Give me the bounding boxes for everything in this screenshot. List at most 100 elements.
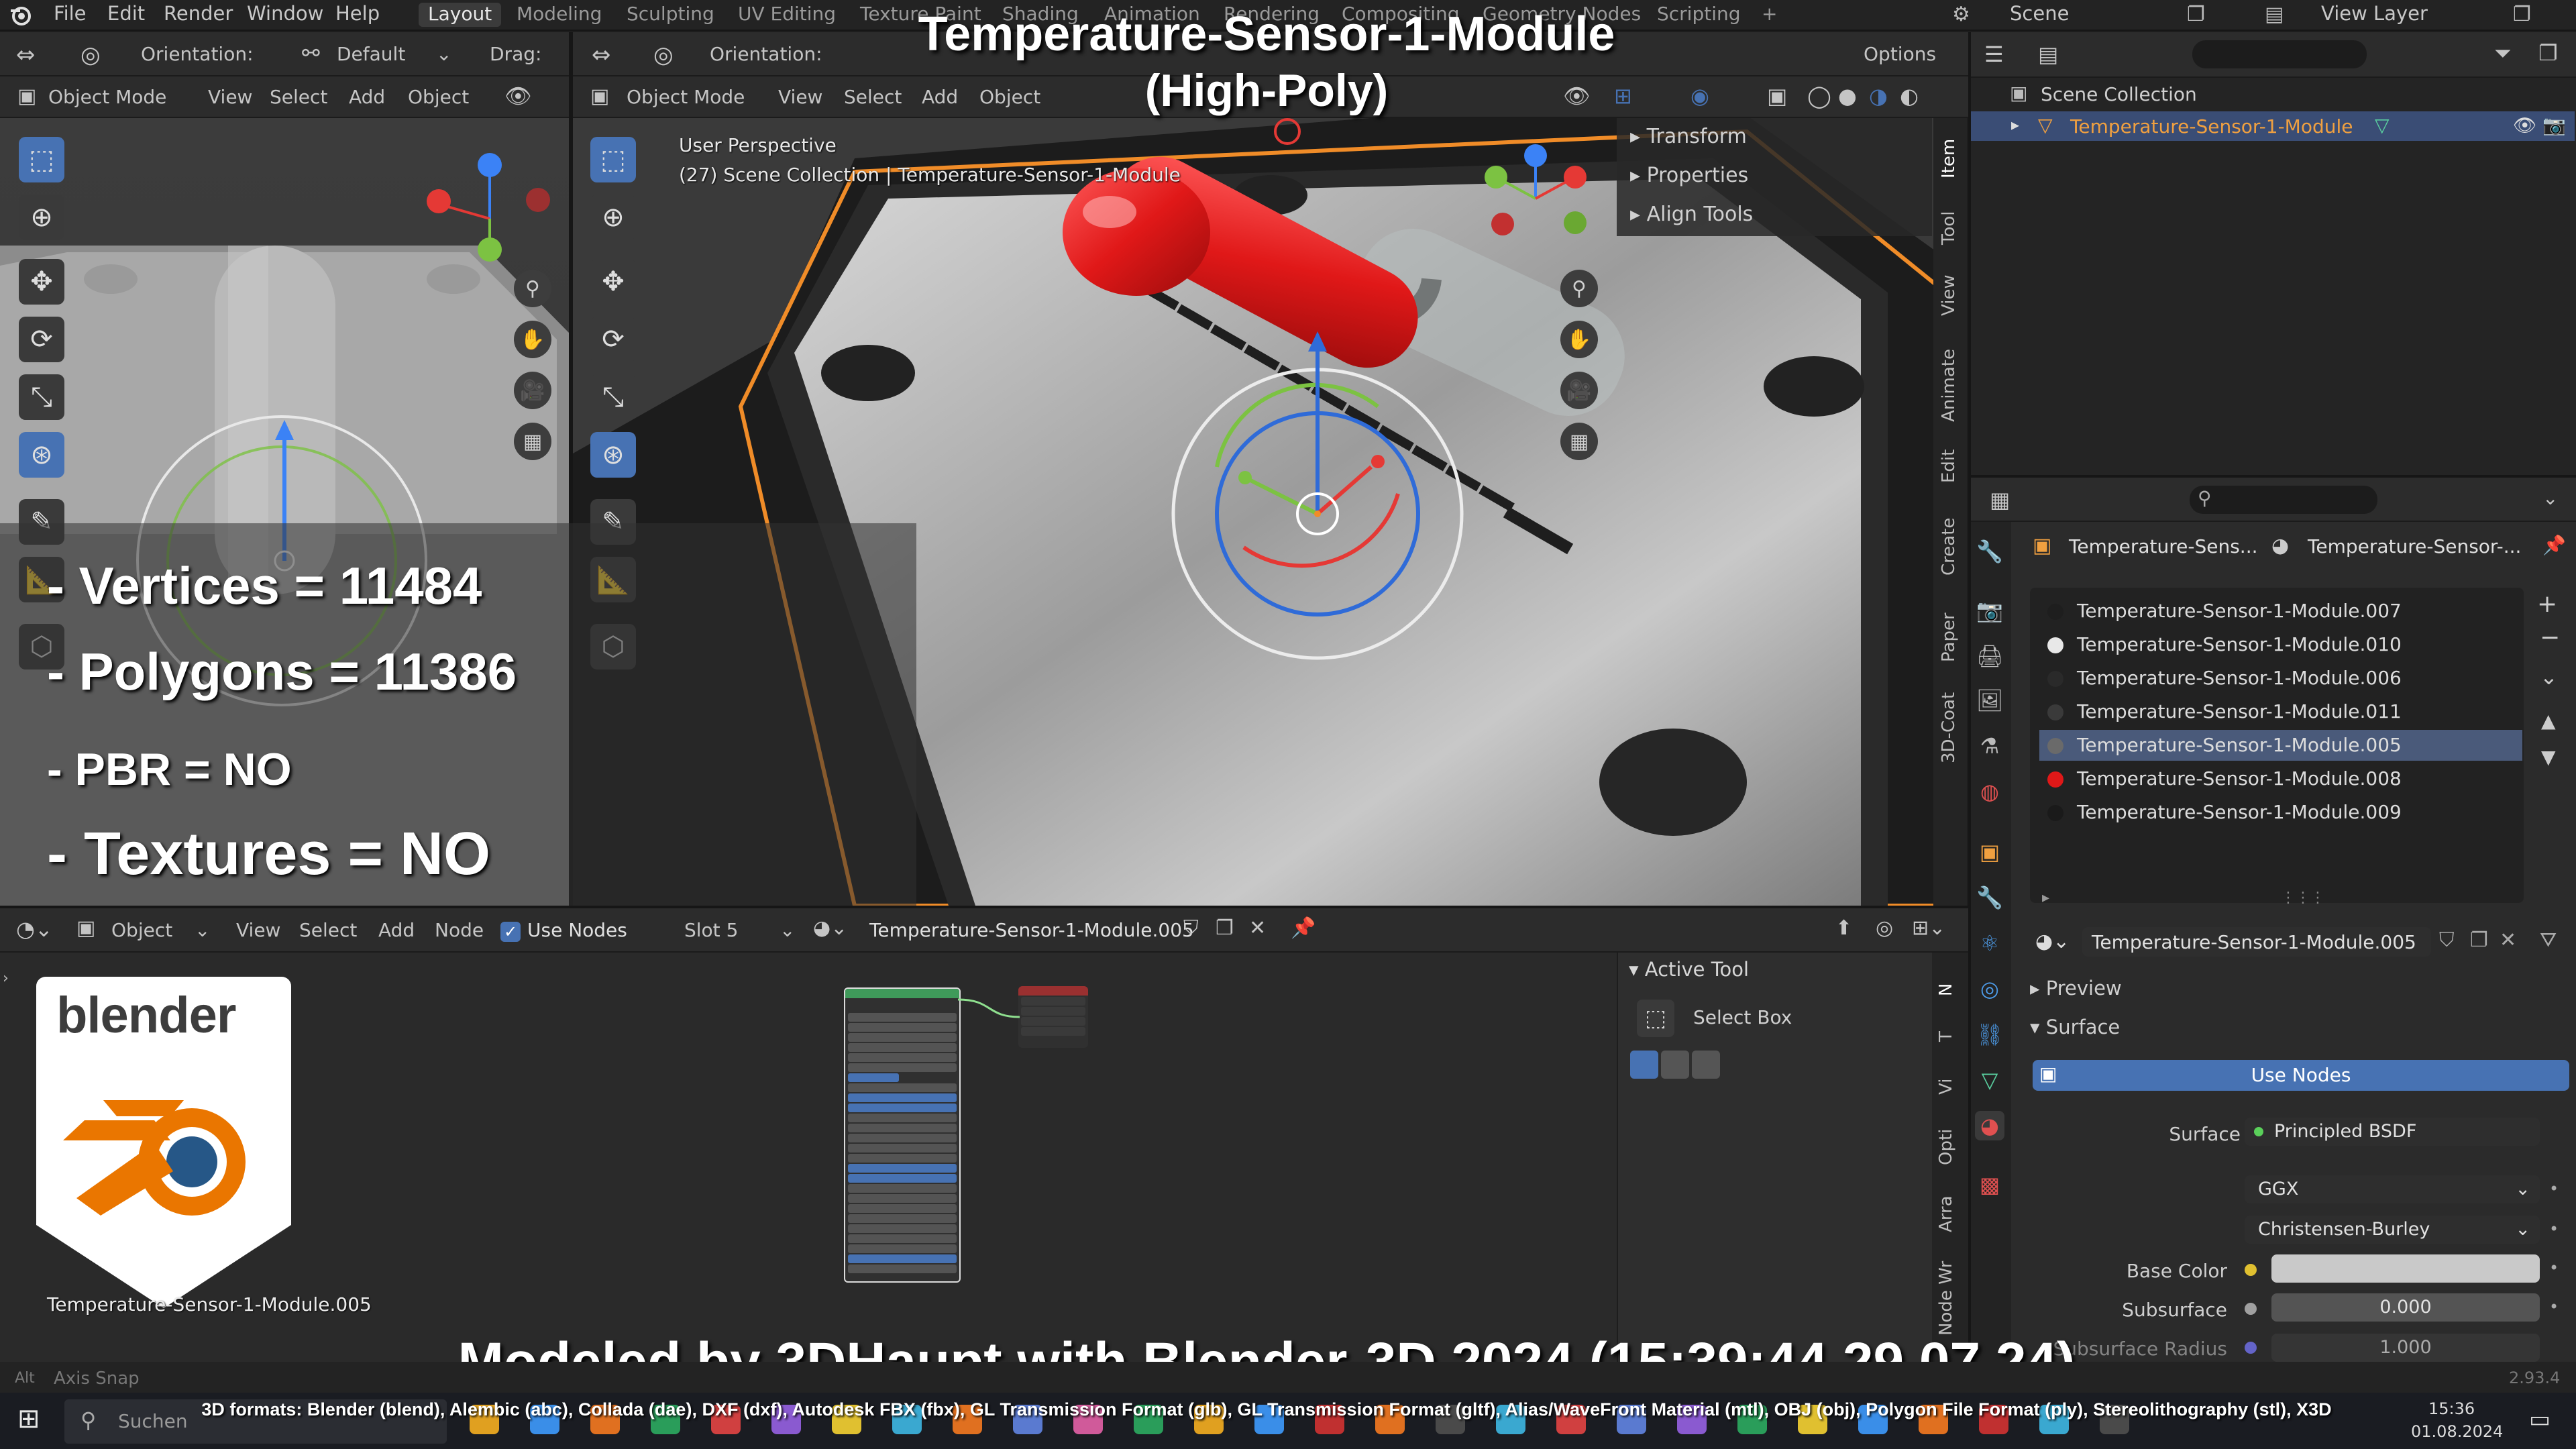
zoom-icon[interactable]: ⚲ [1560,270,1598,307]
slot-dropdown[interactable]: Slot 5 [684,919,738,941]
zoom-icon[interactable]: ⚲ [514,270,551,307]
menu-view[interactable]: View [236,919,280,941]
view-layer-properties-icon[interactable]: 🖼 [1975,686,2004,715]
tab-node-opti[interactable]: Opti [1936,1120,1960,1174]
select-box-tool-icon[interactable]: ⬚ [1637,1000,1674,1037]
rotate-tool-icon[interactable]: ⟳ [590,317,636,362]
base-color-swatch[interactable] [2271,1254,2540,1283]
select-box-tool-icon[interactable]: ⬚ [590,137,636,182]
select-mode-subtract-icon[interactable] [1692,1051,1720,1079]
tab-item[interactable]: Item [1939,131,1963,185]
camera-icon[interactable]: 🎥 [514,372,551,409]
rotate-tool-icon[interactable]: ⟳ [19,317,64,362]
snap-icon[interactable]: ◎ [1876,916,1893,940]
node-material-name[interactable]: Temperature-Sensor-1-Module.005 [869,919,1194,941]
object-shader-icon[interactable]: ▣ [76,916,95,940]
grid-icon[interactable]: ▦ [514,423,551,460]
tab-create[interactable]: Create [1939,510,1963,584]
duplicate-material-icon[interactable]: ❐ [2470,928,2488,952]
cursor-tool-icon[interactable]: ⊕ [19,195,64,240]
chevron-down-icon[interactable]: ⌄ [2542,487,2558,509]
keyframe-dot-icon[interactable]: • [2549,1258,2559,1277]
keyframe-dot-icon[interactable]: • [2549,1220,2559,1238]
move-tool-icon[interactable]: ✥ [590,259,636,305]
scale-tool-icon[interactable]: ⤡ [590,374,636,420]
pin-icon[interactable]: 📌 [1291,916,1316,940]
material-properties-icon[interactable]: ◕ [1975,1111,2004,1140]
keyframe-dot-icon[interactable]: • [2549,1179,2559,1198]
move-slot-up-icon[interactable]: ▲ [2541,710,2556,732]
camera-icon[interactable]: 🎥 [1560,372,1598,409]
slot-specials-icon[interactable]: ⌄ [2540,664,2558,690]
fake-user-icon[interactable]: ⛉ [1183,916,1199,940]
properties-search-input[interactable]: ⚲ [2190,486,2377,514]
output-properties-icon[interactable]: 🖨 [1975,641,2004,671]
active-tool-panel-header[interactable]: ▾ Active Tool [1629,958,1749,981]
new-collection-icon[interactable]: ❐ [2538,40,2558,66]
tab-node-wrangler[interactable]: Node Wr [1936,1254,1960,1342]
subsurface-field[interactable]: 0.000 [2271,1293,2540,1322]
material-slot-row[interactable]: Temperature-Sensor-1-Module.009 [2039,797,2522,828]
taskbar-clock-date[interactable]: 01.08.2024 [2411,1422,2503,1441]
select-mode-new-icon[interactable] [1630,1051,1658,1079]
distribution-dropdown[interactable]: GGX ⌄ [2245,1175,2540,1203]
select-mode-extend-icon[interactable] [1661,1051,1689,1079]
tab-paper[interactable]: Paper [1939,604,1963,671]
render-camera-icon[interactable]: 📷 [2542,114,2566,136]
eye-icon[interactable]: 👁 [2513,114,2537,136]
parent-node-tree-icon[interactable]: ⬆ [1835,916,1852,940]
surface-panel-header[interactable]: ▾ Surface [2030,1016,2120,1038]
fake-user-icon[interactable]: ⛉ [2439,928,2455,952]
scale-tool-icon[interactable]: ⤡ [19,374,64,420]
chevron-down-icon[interactable]: ⌄ [780,919,795,941]
unlink-material-icon[interactable]: ✕ [1249,916,1266,940]
keyframe-dot-icon[interactable]: • [2549,1297,2559,1316]
pan-hand-icon[interactable]: ✋ [1560,321,1598,358]
pin-icon[interactable]: 📌 [2542,534,2566,556]
material-name-field[interactable]: Temperature-Sensor-1-Module.005 [2082,927,2431,957]
texture-properties-icon[interactable]: ▩ [1975,1170,2004,1199]
material-slot-row[interactable]: Temperature-Sensor-1-Module.005 [2039,730,2522,761]
node-tree-icon[interactable]: ⛛ [2540,928,2557,952]
modifier-properties-icon[interactable]: 🔧 [1975,883,2004,912]
use-nodes-checkbox[interactable]: ✓ [500,922,521,942]
unlink-material-icon[interactable]: ✕ [2500,928,2516,952]
move-slot-down-icon[interactable]: ▼ [2541,746,2556,768]
pan-hand-icon[interactable]: ✋ [514,321,551,358]
transform-panel[interactable]: ▸ Transform [1630,125,1747,148]
subsurface-method-dropdown[interactable]: Christensen-Burley ⌄ [2245,1216,2540,1244]
disclosure-triangle-icon[interactable]: ▸ [2011,115,2019,134]
tab-animate[interactable]: Animate [1939,342,1963,429]
tool-properties-icon[interactable]: 🔧 [1975,537,2004,566]
breadcrumb-material[interactable]: Temperature-Sensor-... [2308,535,2521,557]
tab-3d-coat[interactable]: 3D-Coat [1939,684,1963,771]
move-tool-icon[interactable]: ✥ [19,259,64,305]
duplicate-material-icon[interactable]: ❐ [1216,916,1234,940]
grid-icon[interactable]: ▦ [1560,423,1598,460]
principled-bsdf-node[interactable] [844,987,961,1283]
add-material-slot-button[interactable]: + [2537,590,2557,618]
remove-material-slot-button[interactable]: − [2540,624,2560,651]
tab-node-t[interactable]: T [1936,1020,1960,1053]
material-slot-row[interactable]: Temperature-Sensor-1-Module.006 [2039,663,2522,694]
scene-properties-icon[interactable]: ⚗ [1975,731,2004,761]
select-box-tool-icon[interactable]: ⬚ [19,137,64,182]
toolbar-expand-arrow[interactable]: › [3,970,9,987]
preview-panel-header[interactable]: ▸ Preview [2030,977,2122,1000]
world-properties-icon[interactable]: ◍ [1975,777,2004,806]
shader-type-dropdown[interactable]: Object [111,919,172,941]
data-properties-icon[interactable]: ▽ [1975,1065,2004,1095]
particle-properties-icon[interactable]: ⚛ [1975,928,2004,958]
constraint-properties-icon[interactable]: ⛓ [1975,1020,2004,1049]
material-slot-row[interactable]: Temperature-Sensor-1-Module.008 [2039,763,2522,794]
editor-type-icon[interactable]: ◔⌄ [16,916,53,942]
tab-tool[interactable]: Tool [1939,201,1963,255]
use-nodes-button[interactable]: ▣ Use Nodes [2033,1060,2569,1091]
tab-node-n[interactable]: N [1936,973,1960,1006]
material-slot-row[interactable]: Temperature-Sensor-1-Module.011 [2039,696,2522,727]
chevron-down-icon[interactable]: ⌄ [195,919,210,941]
menu-add[interactable]: Add [378,919,415,941]
cursor-tool-icon[interactable]: ⊕ [590,195,636,240]
material-slot-row[interactable]: Temperature-Sensor-1-Module.007 [2039,596,2522,627]
material-output-node[interactable] [1018,986,1088,1048]
